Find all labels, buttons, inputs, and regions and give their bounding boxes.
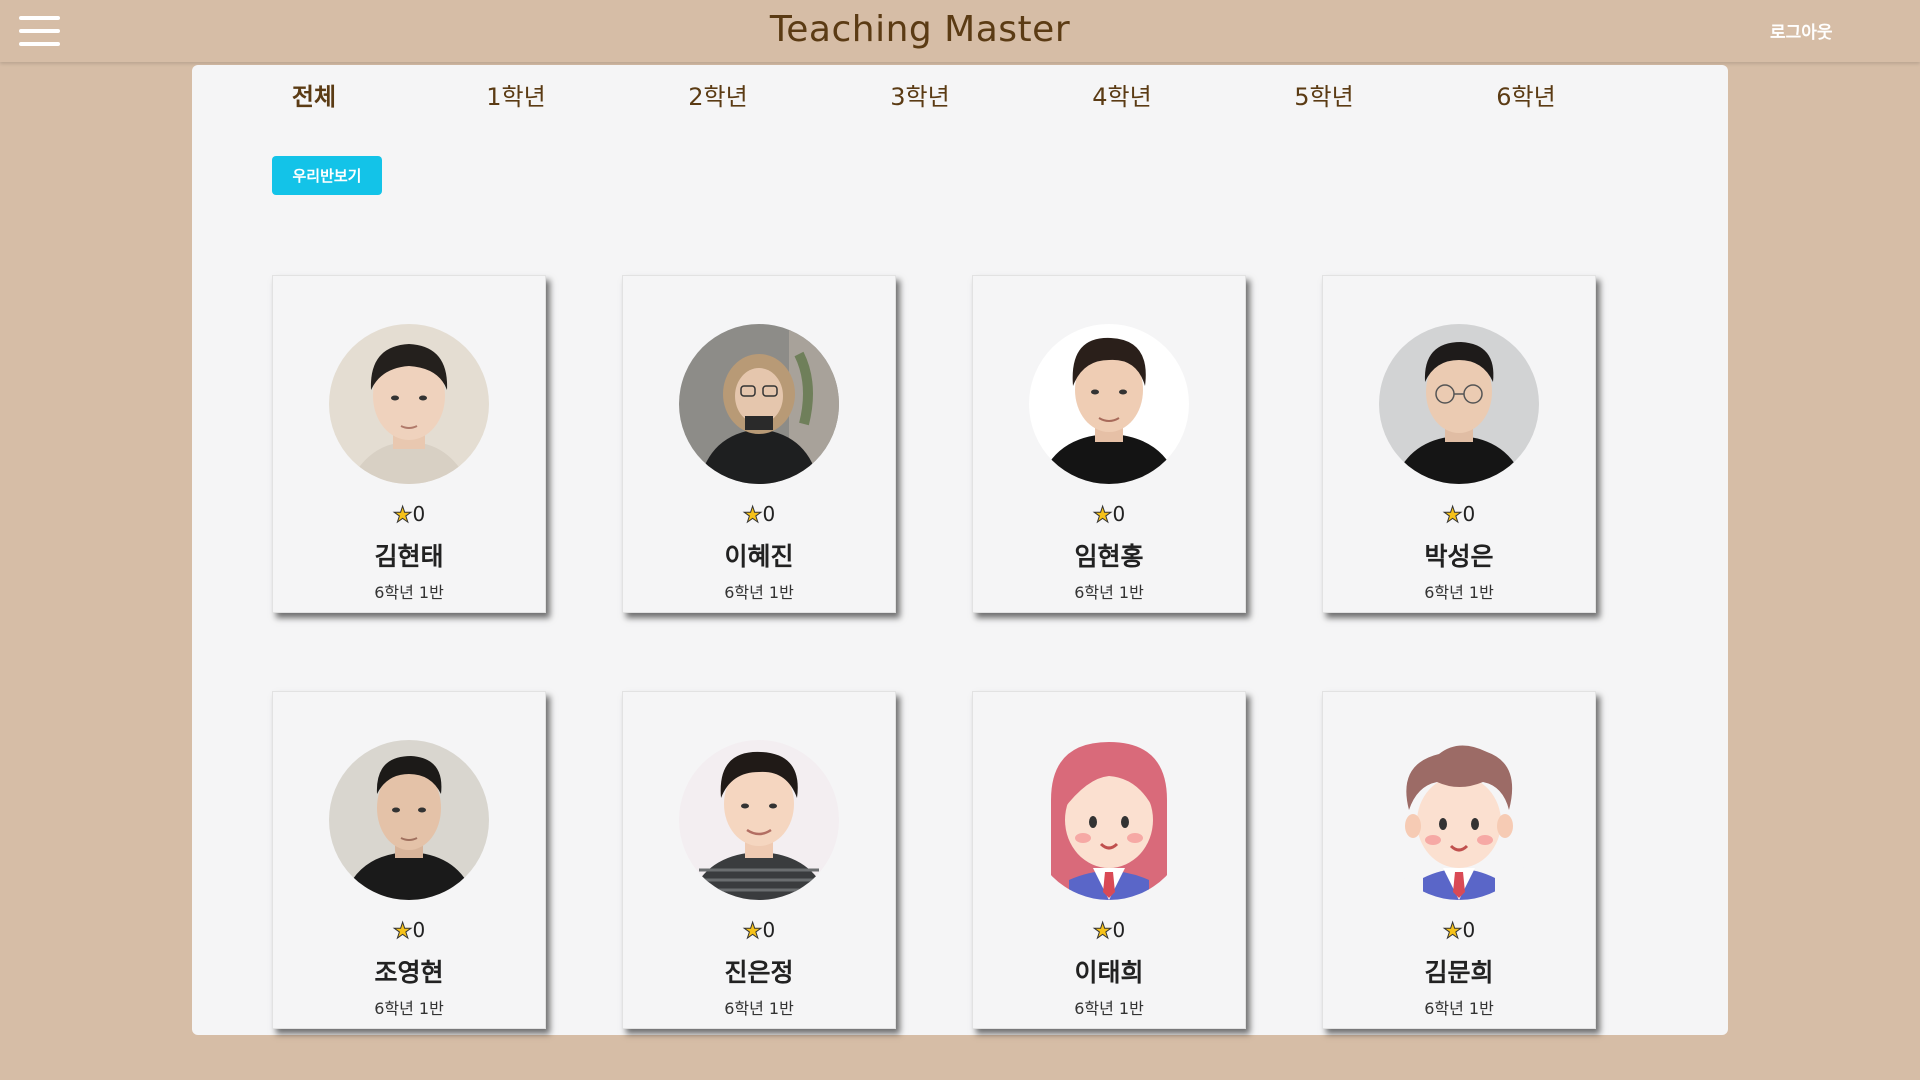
tab-grade-4[interactable]: 4학년 — [1052, 77, 1192, 112]
main-panel: 전체 1학년 2학년 3학년 4학년 5학년 6학년 우리반보기 ★0 김현태 … — [192, 65, 1728, 1035]
tab-grade-6[interactable]: 6학년 — [1456, 77, 1596, 112]
star-icon: ★ — [1092, 503, 1113, 529]
app-title: Teaching Master — [769, 9, 1071, 50]
student-card[interactable]: ★0 임현홍 6학년 1반 — [972, 275, 1246, 613]
star-icon: ★ — [1442, 919, 1463, 945]
student-name: 임현홍 — [1074, 542, 1144, 571]
student-class: 6학년 1반 — [724, 999, 794, 1018]
student-avatar-photo — [329, 324, 489, 484]
student-avatar-photo — [679, 740, 839, 900]
student-class: 6학년 1반 — [724, 583, 794, 602]
student-class: 6학년 1반 — [374, 583, 444, 602]
student-avatar-photo — [329, 740, 489, 900]
student-card[interactable]: ★0 김문희 6학년 1반 — [1322, 691, 1596, 1029]
student-card[interactable]: ★0 박성은 6학년 1반 — [1322, 275, 1596, 613]
our-class-button[interactable]: 우리반보기 — [272, 156, 382, 195]
star-count: 0 — [1112, 918, 1126, 942]
student-name: 김문희 — [1424, 958, 1494, 987]
tab-grade-1[interactable]: 1학년 — [446, 77, 586, 112]
student-card[interactable]: ★0 진은정 6학년 1반 — [622, 691, 896, 1029]
tab-grade-5[interactable]: 5학년 — [1254, 77, 1394, 112]
star-icon: ★ — [1442, 503, 1463, 529]
star-count: 0 — [762, 918, 776, 942]
student-card[interactable]: ★0 이혜진 6학년 1반 — [622, 275, 896, 613]
star-icon: ★ — [392, 503, 413, 529]
star-count: 0 — [1112, 502, 1126, 526]
star-count: 0 — [412, 918, 426, 942]
student-card[interactable]: ★0 김현태 6학년 1반 — [272, 275, 546, 613]
star-icon: ★ — [742, 919, 763, 945]
star-count: 0 — [412, 502, 426, 526]
student-card[interactable]: ★0 조영현 6학년 1반 — [272, 691, 546, 1029]
star-count: 0 — [762, 502, 776, 526]
student-avatar-photo — [1379, 324, 1539, 484]
student-avatar-photo — [1029, 324, 1189, 484]
star-count: 0 — [1462, 502, 1476, 526]
student-name: 진은정 — [724, 958, 794, 987]
student-class: 6학년 1반 — [374, 999, 444, 1018]
star-icon: ★ — [742, 503, 763, 529]
student-class: 6학년 1반 — [1424, 583, 1494, 602]
star-icon: ★ — [392, 919, 413, 945]
student-class: 6학년 1반 — [1424, 999, 1494, 1018]
student-avatar-photo — [679, 324, 839, 484]
student-avatar-cartoon-girl — [1029, 740, 1189, 900]
tab-grade-2[interactable]: 2학년 — [648, 77, 788, 112]
grade-tabs: 전체 1학년 2학년 3학년 4학년 5학년 6학년 — [192, 65, 1728, 125]
student-avatar-cartoon-boy — [1379, 740, 1539, 900]
logout-button[interactable]: 로그아웃 — [1770, 18, 1833, 43]
student-name: 이태희 — [1074, 958, 1144, 987]
student-class: 6학년 1반 — [1074, 583, 1144, 602]
top-bar: Teaching Master 로그아웃 — [0, 0, 1920, 62]
tab-grade-3[interactable]: 3학년 — [850, 77, 990, 112]
star-count: 0 — [1462, 918, 1476, 942]
tab-all[interactable]: 전체 — [244, 77, 384, 112]
student-name: 조영현 — [374, 958, 444, 987]
star-icon: ★ — [1092, 919, 1113, 945]
student-class: 6학년 1반 — [1074, 999, 1144, 1018]
student-name: 박성은 — [1424, 542, 1494, 571]
student-name: 김현태 — [374, 542, 444, 571]
student-card[interactable]: ★0 이태희 6학년 1반 — [972, 691, 1246, 1029]
student-name: 이혜진 — [724, 542, 794, 571]
